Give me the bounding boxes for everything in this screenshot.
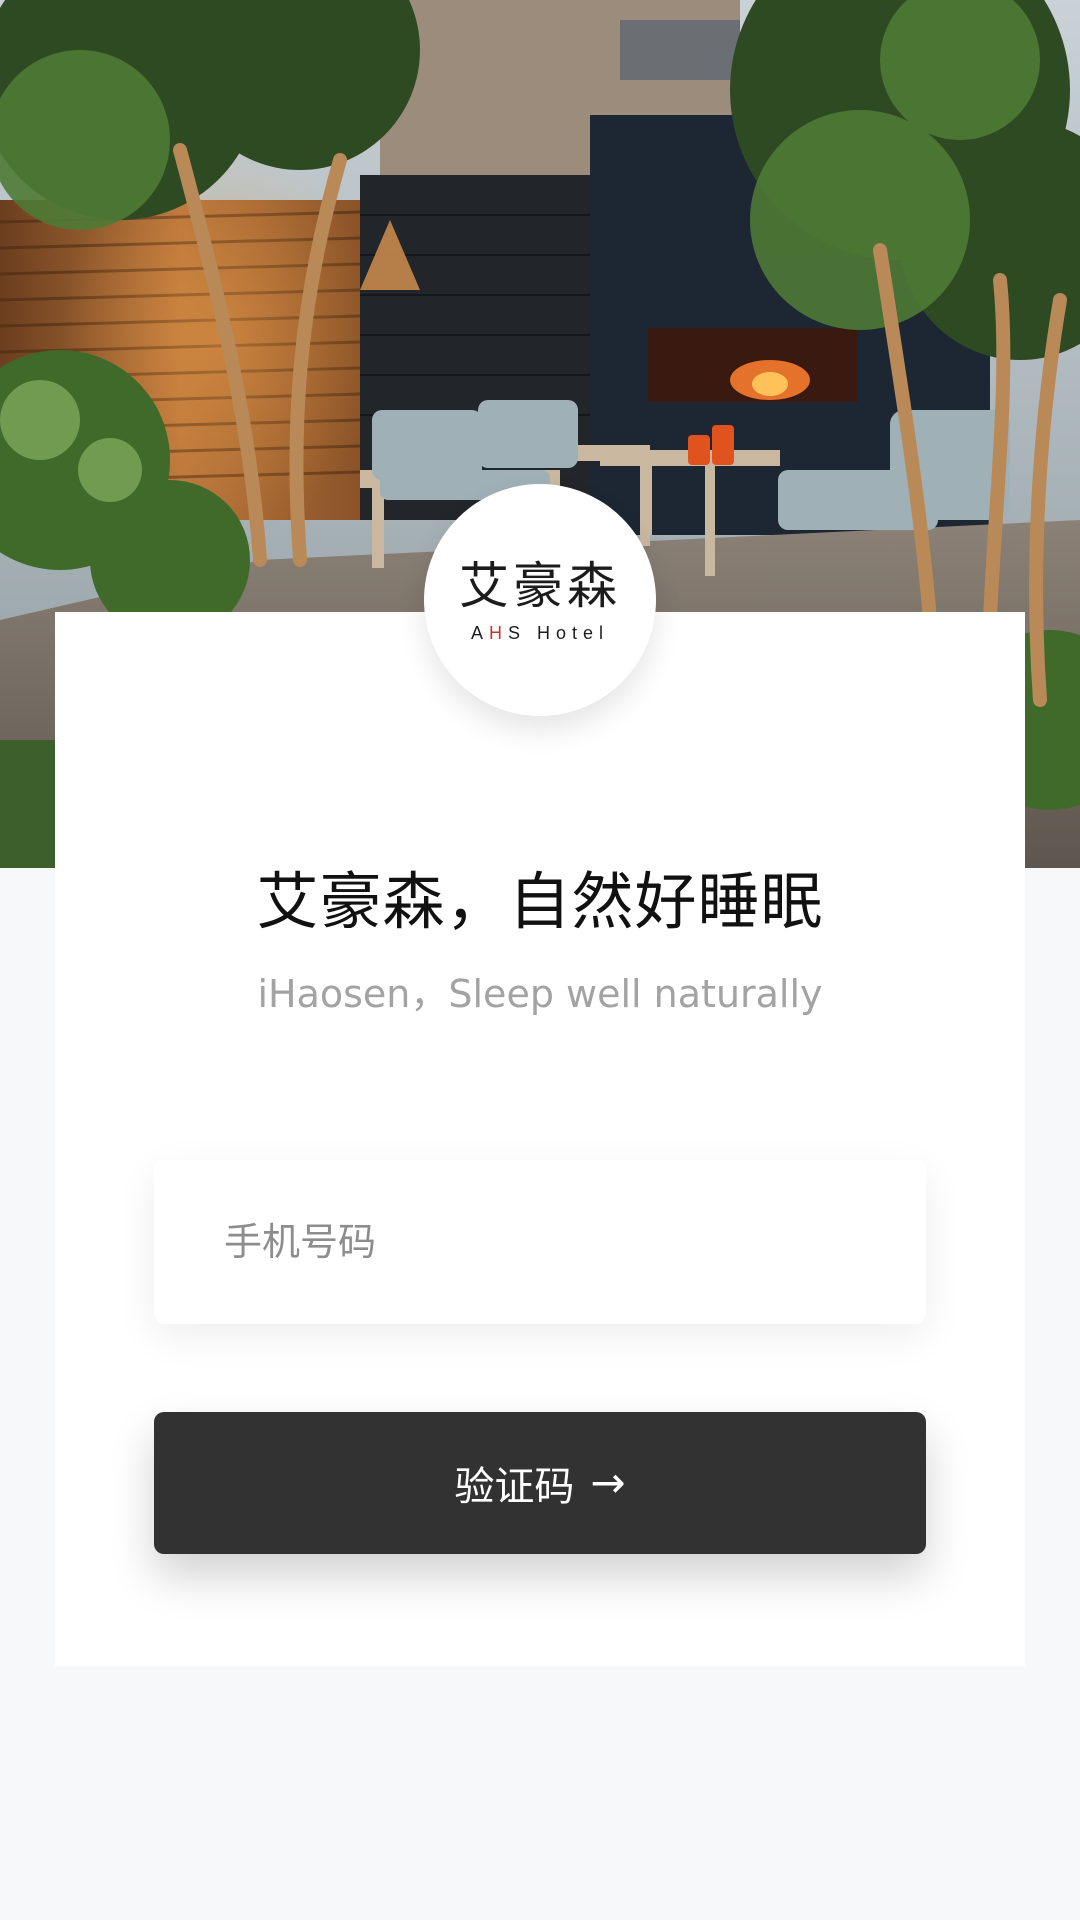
phone-input[interactable] (224, 1160, 864, 1324)
logo-chinese-text: 艾豪森 (459, 556, 621, 615)
logo-english-text: AHS Hotel (471, 623, 609, 644)
brand-logo: 艾豪森 AHS Hotel (424, 484, 656, 716)
logo-en-suffix: S Hotel (507, 622, 610, 643)
arrow-right-icon: → (590, 1458, 626, 1507)
verify-code-button[interactable]: 验证码 → (154, 1412, 926, 1554)
phone-input-container (154, 1160, 926, 1324)
page-subheadline: iHaosen，Sleep well naturally (257, 972, 823, 1016)
logo-en-prefix: A (470, 622, 489, 643)
page-headline: 艾豪森，自然好睡眠 (256, 865, 824, 938)
logo-en-accent: H (488, 622, 508, 643)
verify-code-label: 验证码 (454, 1464, 575, 1510)
